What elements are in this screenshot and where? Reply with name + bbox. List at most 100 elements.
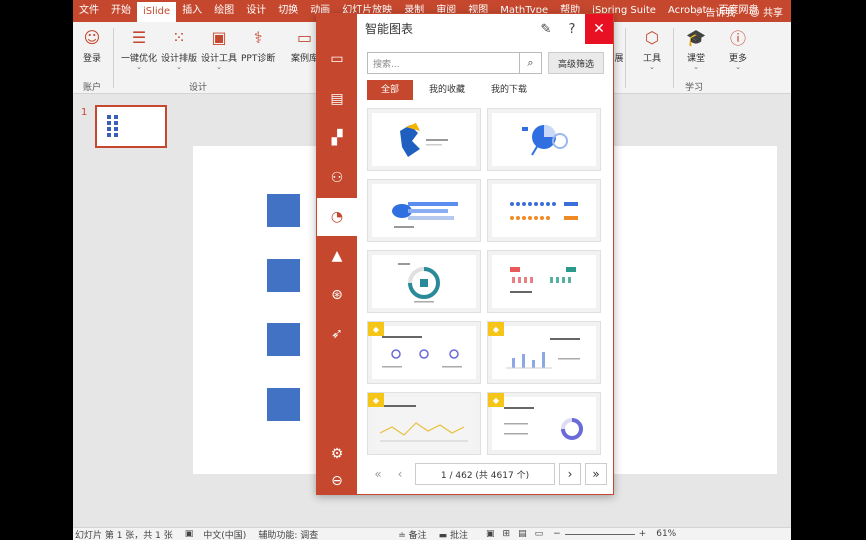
template-preview [372, 184, 476, 237]
sidebar-back[interactable]: ⊖ [317, 462, 357, 500]
sidebar-item-components[interactable]: ▞ [317, 119, 357, 157]
sidebar-item-shapes[interactable]: ▲ [317, 237, 357, 275]
tab-bar-right: ♢ 告诉我 ☺ 共享 [693, 0, 783, 22]
template-card[interactable]: ◆ [487, 321, 601, 384]
double-chevron-left-icon: « [374, 467, 382, 481]
slide-shape[interactable] [267, 194, 300, 227]
one-click-optimize-button[interactable]: ☰ 一键优化 ⌄ [121, 26, 157, 71]
prev-page-button[interactable]: ‹ [389, 463, 411, 485]
notes-button[interactable]: ≐ 备注 [398, 528, 426, 540]
sidebar-item-chart[interactable]: ◔ [317, 198, 357, 236]
lightbulb-icon: ♢ [693, 7, 703, 19]
search-icon: ⌕ [527, 56, 534, 69]
layout-icon: ▤ [330, 91, 344, 107]
search-input[interactable]: 搜索... [368, 57, 519, 70]
template-card[interactable] [367, 250, 481, 313]
gear-icon: ⚙ [330, 446, 344, 462]
zoom-level[interactable]: 61% [656, 529, 676, 539]
group-separator [625, 28, 626, 88]
case-library-button[interactable]: ▭ 案例库 [291, 26, 318, 65]
more-button[interactable]: ⓘ 更多 ⌄ [727, 26, 749, 71]
tab-file[interactable]: 文件 [73, 0, 105, 22]
sidebar-item-theme[interactable]: ▭ [317, 40, 357, 78]
chevron-right-icon: › [567, 467, 573, 481]
template-card[interactable]: ◆ [487, 392, 601, 455]
layout-icon: ▣ [211, 27, 227, 47]
sidebar-item-rocket[interactable]: ➶ [317, 315, 357, 353]
advanced-filter-button[interactable]: 高级筛选 [548, 52, 604, 74]
sidebar-item-layout[interactable]: ▤ [317, 80, 357, 118]
help-button[interactable]: ? [559, 14, 585, 44]
template-preview [492, 255, 596, 308]
tools-button[interactable]: ⬡ 工具 ⌄ [641, 26, 663, 71]
accessibility-status[interactable]: 辅助功能: 调查 [258, 528, 318, 540]
login-button[interactable]: ☺ 登录 [81, 26, 103, 65]
premium-badge-icon: ◆ [368, 322, 384, 336]
template-card[interactable]: ◆ [367, 321, 481, 384]
template-preview [372, 255, 476, 308]
info-icon: ⓘ [729, 29, 746, 48]
zoom-out-icon[interactable]: − [553, 529, 561, 539]
tab-islide[interactable]: iSlide [137, 2, 177, 22]
zoom-in-icon[interactable]: + [639, 529, 647, 539]
slide-shape[interactable] [267, 323, 300, 356]
template-card[interactable] [487, 250, 601, 313]
template-preview [372, 113, 476, 166]
template-card[interactable] [367, 179, 481, 242]
filter-tabs: 全部 我的收藏 我的下载 [367, 80, 543, 100]
design-tools-button[interactable]: ▣ 设计工具 ⌄ [201, 26, 237, 71]
comments-button[interactable]: ▬ 批注 [439, 528, 468, 540]
group-separator [113, 28, 114, 88]
tab-insert[interactable]: 插入 [176, 0, 208, 22]
zoom-slider[interactable] [564, 533, 635, 535]
template-preview [492, 326, 596, 379]
tab-draw[interactable]: 绘图 [208, 0, 240, 22]
thumbnail-number: 1 [81, 107, 88, 118]
template-preview [492, 184, 596, 237]
sidebar-item-diagram[interactable]: ⚇ [317, 159, 357, 197]
classroom-button[interactable]: 🎓 课堂 ⌄ [685, 26, 707, 71]
normal-view-icon[interactable]: ▣ [486, 529, 495, 539]
blocks-icon: ▞ [331, 130, 343, 146]
tab-design[interactable]: 设计 [240, 0, 272, 22]
ppt-diagnose-button[interactable]: ⚕ PPT诊断 [241, 26, 275, 65]
next-page-button[interactable]: › [559, 463, 581, 485]
search-box[interactable]: 搜索... ⌕ [367, 52, 542, 74]
search-button[interactable]: ⌕ [519, 53, 541, 73]
template-card[interactable] [487, 108, 601, 171]
tab-home[interactable]: 开始 [105, 0, 137, 22]
sidebar-item-icons[interactable]: ⊛ [317, 276, 357, 314]
presentation-icon: ▭ [296, 27, 313, 47]
edit-button[interactable]: ✎ [533, 14, 559, 44]
spellcheck-icon[interactable]: ▣ [185, 529, 194, 539]
group-separator [673, 28, 674, 88]
user-circle-icon: ☺ [83, 27, 101, 47]
chevron-left-icon: ‹ [397, 467, 403, 481]
smart-chart-dialog: ▭ ▤ ▞ ⚇ ◔ ▲ ⊛ ➶ ⚙ ⊖ 智能图表 ✎ ? ✕ 搜索... ⌕ 高… [316, 13, 614, 495]
language[interactable]: 中文(中国) [203, 528, 246, 540]
slide-shape[interactable] [267, 259, 300, 292]
close-button[interactable]: ✕ [585, 14, 613, 44]
page-indicator[interactable]: 1 / 462 (共 4617 个) [415, 463, 555, 485]
slideshow-view-icon[interactable]: ▭ [535, 529, 544, 539]
first-page-button[interactable]: « [367, 463, 389, 485]
share-button[interactable]: ☺ 共享 [749, 4, 783, 19]
slide-thumbnail[interactable] [95, 105, 167, 148]
layout-button[interactable]: ⁙ 设计排版 ⌄ [161, 26, 197, 71]
tab-downloads[interactable]: 我的下载 [481, 80, 537, 100]
template-card[interactable] [367, 108, 481, 171]
template-preview [372, 326, 476, 379]
template-card[interactable] [487, 179, 601, 242]
tell-me[interactable]: ♢ 告诉我 [693, 4, 735, 19]
slide-shape[interactable] [267, 388, 300, 421]
thumbnail-shapes [107, 115, 119, 137]
tab-all[interactable]: 全部 [367, 80, 414, 100]
template-card[interactable]: ◆ [367, 392, 481, 455]
last-page-button[interactable]: » [585, 463, 607, 485]
close-icon: ✕ [593, 21, 605, 37]
tab-favorites[interactable]: 我的收藏 [419, 80, 475, 100]
reading-view-icon[interactable]: ▤ [518, 529, 527, 539]
chevron-down-icon: ⌄ [136, 63, 142, 71]
tab-transitions[interactable]: 切换 [272, 0, 304, 22]
sorter-view-icon[interactable]: ⊞ [503, 529, 511, 539]
